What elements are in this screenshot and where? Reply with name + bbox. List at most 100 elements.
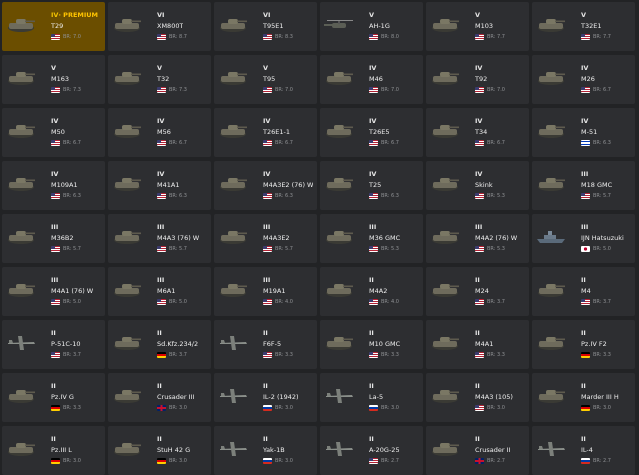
vehicle-card-24[interactable]: III M36B2 BR: 5.7 [2,214,105,263]
vehicle-tier: II [369,435,374,443]
vehicle-card-26[interactable]: III M4A3E2 BR: 5.7 [214,214,317,263]
vehicle-card-27[interactable]: III M36 GMC BR: 5.3 [320,214,423,263]
vehicle-card-31[interactable]: III M6A1 BR: 5.0 [108,267,211,316]
vehicle-card-5[interactable]: V T32E1 BR: 7.7 [532,2,635,51]
vehicle-meta: BR: 3.7 [157,352,187,358]
vehicle-card-8[interactable]: V T95 BR: 7.0 [214,55,317,104]
vehicle-thumbnail [326,178,353,191]
vehicle-card-40[interactable]: II M4A1 BR: 3.3 [426,320,529,369]
vehicle-card-14[interactable]: IV T26E1-1 BR: 6.7 [214,108,317,157]
vehicle-card-22[interactable]: IV Skink BR: 5.3 [426,161,529,210]
tier-text: II [157,382,162,390]
vehicle-card-21[interactable]: IV T25 BR: 6.3 [320,161,423,210]
tier-text: II [263,329,268,337]
vehicle-card-51[interactable]: II A-20G-25 BR: 2.7 [320,426,423,475]
usa-flag-icon [263,193,272,199]
vehicle-card-7[interactable]: V T32 BR: 7.3 [108,55,211,104]
br-value: 7.0 [497,87,505,93]
vehicle-card-18[interactable]: IV M109A1 BR: 6.3 [2,161,105,210]
vehicle-card-15[interactable]: IV T26E5 BR: 6.7 [320,108,423,157]
vehicle-card-49[interactable]: II StuH 42 G BR: 3.0 [108,426,211,475]
vehicle-card-53[interactable]: II IL-4 BR: 2.7 [532,426,635,475]
vehicle-tier: II [51,435,56,443]
br-value: 8.0 [391,34,399,40]
vehicle-card-23[interactable]: III M18 GMC BR: 5.7 [532,161,635,210]
vehicle-name: M24 [475,287,489,295]
vehicle-name: M4A1 [475,340,494,348]
vehicle-name: M46 [369,75,383,83]
vehicle-card-4[interactable]: V M103 BR: 7.7 [426,2,529,51]
tier-text: III [51,276,59,284]
vehicle-card-42[interactable]: II Pz.IV G BR: 3.3 [2,373,105,422]
br-value: 3.7 [603,299,611,305]
vehicle-card-25[interactable]: III M4A3 (76) W BR: 5.7 [108,214,211,263]
br-text: BR: 3.3 [63,405,81,411]
vehicle-thumbnail [220,389,247,403]
vehicle-meta: BR: 3.0 [263,405,293,411]
br-text: BR: 3.0 [593,405,611,411]
vehicle-card-10[interactable]: IV T92 BR: 7.0 [426,55,529,104]
vehicle-card-43[interactable]: II Crusader III BR: 3.0 [108,373,211,422]
vehicle-card-33[interactable]: II M4A2 BR: 4.0 [320,267,423,316]
vehicle-card-48[interactable]: II Pz.III L BR: 3.0 [2,426,105,475]
vehicle-card-46[interactable]: II M4A3 (105) BR: 3.0 [426,373,529,422]
vehicle-name: M36 GMC [369,234,401,242]
vehicle-card-13[interactable]: IV M56 BR: 6.7 [108,108,211,157]
vehicle-name: StuH 42 G [157,446,191,454]
vehicle-card-16[interactable]: IV T34 BR: 6.7 [426,108,529,157]
vehicle-card-3[interactable]: V AH-1G BR: 8.0 [320,2,423,51]
vehicle-card-17[interactable]: IV M-51 BR: 6.3 [532,108,635,157]
usa-flag-icon [51,246,60,252]
vehicle-card-35[interactable]: II M4 BR: 3.7 [532,267,635,316]
vehicle-tier: IV [369,117,376,125]
tier-text: II [369,329,374,337]
vehicle-tier: II [157,329,162,337]
tier-text: IV [263,117,271,125]
vehicle-card-38[interactable]: II F6F-5 BR: 3.3 [214,320,317,369]
usa-flag-icon [475,299,484,305]
vehicle-tier: II [263,329,268,337]
vehicle-card-11[interactable]: IV M26 BR: 6.7 [532,55,635,104]
vehicle-card-37[interactable]: II Sd.Kfz.234/2 BR: 3.7 [108,320,211,369]
vehicle-card-45[interactable]: II La-5 BR: 3.0 [320,373,423,422]
vehicle-card-9[interactable]: IV M46 BR: 7.0 [320,55,423,104]
vehicle-tier: II [369,276,374,284]
br-value: 5.0 [603,246,611,252]
br-text: BR: 5.7 [169,246,187,252]
vehicle-meta: BR: 6.7 [263,140,293,146]
br-value: 3.0 [497,405,505,411]
vehicle-tier: V [581,11,586,19]
vehicle-name: Crusader II [475,446,511,454]
vehicle-thumbnail [432,284,459,297]
vehicle-card-41[interactable]: II Pz.IV F2 BR: 3.3 [532,320,635,369]
vehicle-card-0[interactable]: IV· PREMIUM T29 BR: 7.0 [2,2,105,51]
vehicle-card-47[interactable]: II Marder III H BR: 3.0 [532,373,635,422]
vehicle-card-50[interactable]: II Yak-1B BR: 3.0 [214,426,317,475]
vehicle-card-29[interactable]: III IJN Hatsuzuki BR: 5.0 [532,214,635,263]
vehicle-card-28[interactable]: III M4A2 (76) W BR: 5.3 [426,214,529,263]
vehicle-card-1[interactable]: VI XM800T BR: 8.7 [108,2,211,51]
vehicle-card-52[interactable]: II Crusader II BR: 2.7 [426,426,529,475]
vehicle-card-32[interactable]: III M19A1 BR: 4.0 [214,267,317,316]
vehicle-tier: III [51,223,58,231]
vehicle-card-6[interactable]: V M163 BR: 7.3 [2,55,105,104]
vehicle-thumbnail [220,442,247,456]
br-value: 6.7 [73,140,81,146]
vehicle-thumbnail [432,19,459,32]
vehicle-card-44[interactable]: II IL-2 (1942) BR: 3.0 [214,373,317,422]
br-value: 2.7 [497,458,505,464]
vehicle-card-2[interactable]: VI T95E1 BR: 8.3 [214,2,317,51]
vehicle-card-39[interactable]: II M10 GMC BR: 3.3 [320,320,423,369]
vehicle-card-19[interactable]: IV M41A1 BR: 6.3 [108,161,211,210]
br-value: 5.3 [497,246,505,252]
vehicle-card-30[interactable]: III M4A1 (76) W BR: 5.0 [2,267,105,316]
vehicle-card-12[interactable]: IV M50 BR: 6.7 [2,108,105,157]
vehicle-card-34[interactable]: II M24 BR: 3.7 [426,267,529,316]
vehicle-card-36[interactable]: II P-51C-10 BR: 3.7 [2,320,105,369]
vehicle-tier: IV [475,170,482,178]
vehicle-thumbnail [220,231,247,244]
usa-flag-icon [581,193,590,199]
vehicle-card-20[interactable]: IV M4A3E2 (76) W BR: 6.3 [214,161,317,210]
vehicle-tier: II [157,435,162,443]
usa-flag-icon [51,34,60,40]
